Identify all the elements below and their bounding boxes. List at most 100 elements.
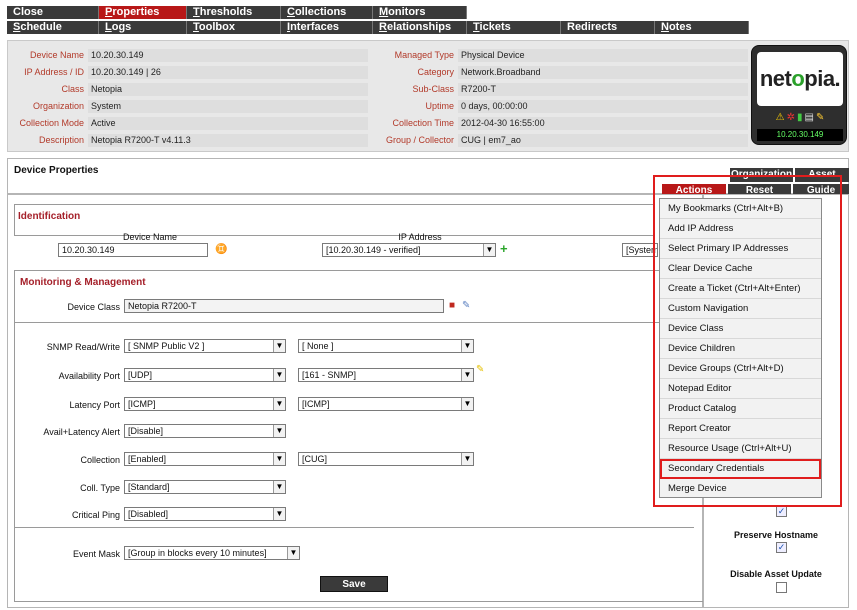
preserve-hostname-checkbox[interactable]: ✓ (776, 542, 787, 553)
tab-schedule[interactable]: Schedule (7, 21, 99, 34)
section-title-identification: Identification (18, 211, 81, 222)
menu-item-secondary-credentials[interactable]: Secondary Credentials (660, 459, 821, 479)
tab-monitors[interactable]: Monitors (373, 6, 467, 19)
preserve-hostname-label: Preserve Hostname (733, 530, 819, 540)
tools-icon[interactable]: ✲ (787, 112, 795, 123)
summary-label: Organization (32, 101, 84, 111)
tab-redirects[interactable]: Redirects (561, 21, 655, 34)
ip-address-select[interactable]: [10.20.30.149 - verified] ▼ (322, 243, 496, 257)
summary-value: R7200-T (458, 83, 748, 96)
save-button[interactable]: Save (320, 576, 388, 592)
avail-latency-alert-select[interactable]: [Disable] ▼ (124, 424, 286, 438)
summary-value: Network.Broadband (458, 66, 748, 79)
tab-properties[interactable]: Properties (99, 6, 187, 19)
pencil-icon[interactable]: ✎ (476, 364, 484, 376)
availability-protocol-select[interactable]: [UDP] ▼ (124, 368, 286, 382)
summary-label: Device Name (29, 50, 84, 60)
toolbox-icon[interactable]: ■ (449, 300, 455, 312)
menu-item-product-catalog[interactable]: Product Catalog (660, 399, 821, 419)
summary-value: Netopia (88, 83, 368, 96)
dropdown-arrow-icon: ▼ (273, 398, 285, 410)
latency-port-select[interactable]: [ICMP] ▼ (298, 397, 474, 411)
summary-label: Class (61, 84, 84, 94)
tab-interfaces[interactable]: Interfaces (281, 21, 373, 34)
menu-item-clear-device-cache[interactable]: Clear Device Cache (660, 259, 821, 279)
menu-item-device-groups[interactable]: Device Groups (Ctrl+Alt+D) (660, 359, 821, 379)
availability-port-select[interactable]: [161 - SNMP] ▼ (298, 368, 474, 382)
tab-close[interactable]: Close (7, 6, 99, 19)
device-class-field[interactable]: Netopia R7200-T (124, 299, 444, 313)
menu-item-device-class[interactable]: Device Class (660, 319, 821, 339)
menu-item-device-children[interactable]: Device Children (660, 339, 821, 359)
tab-label: Interfaces (287, 21, 339, 33)
tab-collections[interactable]: Collections (281, 6, 373, 19)
tab-relationships[interactable]: Relationships (373, 21, 467, 34)
menu-item-add-ip-address[interactable]: Add IP Address (660, 219, 821, 239)
section-title-monitoring: Monitoring & Management (20, 277, 146, 288)
summary-label: Description (38, 135, 84, 145)
select-value: [Disable] (128, 426, 164, 436)
menu-item-select-primary-ip[interactable]: Select Primary IP Addresses (660, 239, 821, 259)
tab-label: Collections (287, 6, 347, 18)
select-value: [ICMP] (128, 399, 156, 409)
select-value: [ None ] (302, 341, 334, 351)
tab-label: Schedule (13, 21, 62, 33)
latency-port-label: Latency Port (69, 400, 120, 410)
warning-icon[interactable]: ⚠ (776, 112, 785, 123)
divider (14, 527, 694, 528)
snmp-credential-select[interactable]: [ SNMP Public V2 ] ▼ (124, 339, 286, 353)
add-ip-icon[interactable]: + (500, 242, 508, 255)
collector-group-select[interactable]: [CUG] ▼ (298, 452, 474, 466)
coll-type-select[interactable]: [Standard] ▼ (124, 480, 286, 494)
collection-state-select[interactable]: [Enabled] ▼ (124, 452, 286, 466)
disable-asset-update-checkbox[interactable] (776, 582, 787, 593)
snmp-read-write-label: SNMP Read/Write (46, 342, 120, 352)
ip-address-value: [10.20.30.149 - verified] (326, 245, 421, 255)
menu-item-report-creator[interactable]: Report Creator (660, 419, 821, 439)
summary-label: Category (417, 67, 454, 77)
edit-icon[interactable]: ✎ (462, 300, 470, 312)
menu-item-resource-usage[interactable]: Resource Usage (Ctrl+Alt+U) (660, 439, 821, 459)
tab-toolbox[interactable]: Toolbox (187, 21, 281, 34)
tab-logs[interactable]: Logs (99, 21, 187, 34)
binoculars-icon[interactable]: ♊ (215, 244, 227, 256)
option-checkbox[interactable]: ✓ (776, 506, 787, 517)
summary-value: 0 days, 00:00:00 (458, 100, 748, 113)
chart-icon[interactable]: ▮ (797, 112, 803, 123)
tab-tickets[interactable]: Tickets (467, 21, 561, 34)
latency-protocol-select[interactable]: [ICMP] ▼ (124, 397, 286, 411)
tab-thresholds[interactable]: Thresholds (187, 6, 281, 19)
logo-text: net (759, 66, 792, 91)
netopia-logo: netopia. (757, 52, 843, 106)
summary-row: Organization System (8, 100, 368, 113)
summary-label: Managed Type (394, 50, 454, 60)
summary-row: Category Network.Broadband (378, 66, 748, 79)
summary-label: Collection Time (392, 118, 454, 128)
event-mask-select[interactable]: [Group in blocks every 10 minutes] ▼ (124, 546, 300, 560)
summary-value: 10.20.30.149 (88, 49, 368, 62)
menu-item-notepad-editor[interactable]: Notepad Editor (660, 379, 821, 399)
summary-row: Uptime 0 days, 00:00:00 (378, 100, 748, 113)
logo-text: pia. (804, 66, 841, 91)
dropdown-arrow-icon: ▼ (273, 425, 285, 437)
actions-dropdown-menu: My Bookmarks (Ctrl+Alt+B) Add IP Address… (659, 198, 822, 498)
tab-notes[interactable]: Notes (655, 21, 749, 34)
critical-ping-select[interactable]: [Disabled] ▼ (124, 507, 286, 521)
dropdown-arrow-icon: ▼ (273, 453, 285, 465)
menu-item-my-bookmarks[interactable]: My Bookmarks (Ctrl+Alt+B) (660, 199, 821, 219)
summary-label: IP Address / ID (24, 67, 84, 77)
menu-item-merge-device[interactable]: Merge Device (660, 479, 821, 499)
dropdown-arrow-icon: ▼ (461, 398, 473, 410)
menu-item-custom-navigation[interactable]: Custom Navigation (660, 299, 821, 319)
select-value: [Enabled] (128, 454, 167, 464)
summary-row: Device Name 10.20.30.149 (8, 49, 368, 62)
wrench-icon[interactable]: ✎ (816, 112, 824, 123)
summary-row: IP Address / ID 10.20.30.149 | 26 (8, 66, 368, 79)
select-value: [ SNMP Public V2 ] (128, 341, 205, 351)
status-icon-bar: ⚠ ✲ ▮ ▤ ✎ (762, 112, 838, 124)
menu-item-create-ticket[interactable]: Create a Ticket (Ctrl+Alt+Enter) (660, 279, 821, 299)
dropdown-arrow-icon: ▼ (461, 369, 473, 381)
snmp-write-select[interactable]: [ None ] ▼ (298, 339, 474, 353)
device-name-input[interactable]: 10.20.30.149 (58, 243, 208, 257)
printer-icon[interactable]: ▤ (805, 112, 814, 123)
